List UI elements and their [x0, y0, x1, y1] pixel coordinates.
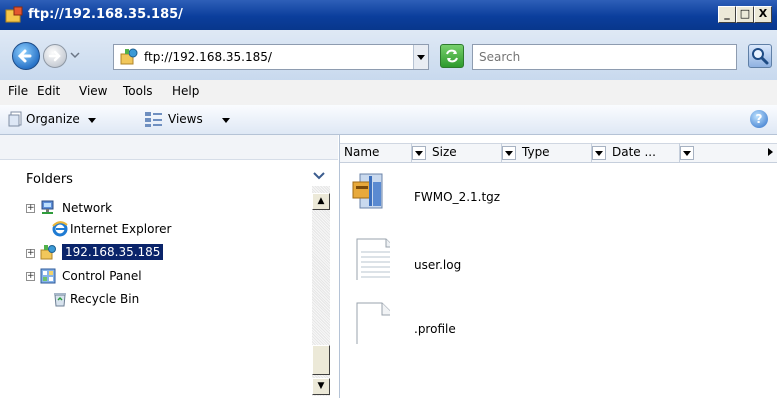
chevron-down-icon: [415, 151, 423, 156]
menu-tools[interactable]: Tools: [123, 84, 153, 98]
internet-explorer-icon: [52, 221, 68, 237]
archive-icon: [352, 173, 383, 209]
forward-arrow-icon: [48, 50, 61, 62]
window-title: ftp://192.168.35.185/: [28, 7, 183, 22]
views-icon: [145, 112, 162, 127]
tree-item-control-panel[interactable]: + Control Panel: [26, 266, 306, 286]
organize-button[interactable]: Organize: [8, 108, 128, 130]
tree-item-label: Control Panel: [62, 269, 142, 283]
organize-icon: [8, 111, 22, 127]
expand-icon[interactable]: +: [26, 249, 35, 258]
column-type[interactable]: Type: [518, 143, 592, 163]
back-button[interactable]: [12, 42, 40, 70]
blank-file-icon: [356, 302, 390, 344]
ftp-server-icon: [40, 245, 56, 260]
column-size-dropdown[interactable]: [502, 146, 516, 160]
chevron-right-icon[interactable]: [768, 148, 773, 156]
tree-item-192-168-35-185[interactable]: + 192.168.35.185: [26, 242, 306, 264]
tree-item-label: 192.168.35.185: [62, 244, 164, 260]
network-icon: [41, 200, 54, 214]
address-bar[interactable]: ftp://192.168.35.185/: [113, 44, 429, 70]
tree-item-label: Internet Explorer: [70, 222, 172, 236]
maximize-button[interactable]: □: [736, 6, 754, 23]
search-input[interactable]: [473, 45, 736, 69]
menu-file[interactable]: File: [8, 84, 28, 98]
menu-view[interactable]: View: [79, 84, 107, 98]
menu-bar: [0, 80, 777, 105]
help-icon[interactable]: ?: [750, 110, 768, 128]
forward-button[interactable]: [43, 44, 67, 68]
tree-item-label: Network: [62, 201, 113, 215]
column-size[interactable]: Size: [428, 143, 502, 163]
chevron-down-icon: [222, 118, 230, 123]
chevron-down-icon[interactable]: [312, 171, 326, 181]
organize-label: Organize: [26, 112, 80, 126]
tree-item-internet-explorer[interactable]: Internet Explorer: [26, 219, 306, 239]
search-button[interactable]: [748, 44, 772, 68]
search-box[interactable]: [472, 44, 737, 70]
views-label: Views: [168, 112, 203, 126]
column-date-label: Date ...: [612, 145, 656, 159]
search-icon: [752, 48, 769, 65]
chevron-down-icon: [683, 151, 691, 156]
folders-heading: Folders: [26, 172, 73, 187]
chevron-down-icon: [505, 151, 513, 156]
chevron-down-icon: [88, 118, 96, 123]
column-name-dropdown[interactable]: [412, 146, 426, 160]
back-arrow-icon: [17, 49, 32, 63]
file-name: .profile: [414, 322, 456, 336]
minimize-button[interactable]: _: [718, 6, 736, 23]
tree-item-recycle-bin[interactable]: Recycle Bin: [26, 289, 306, 309]
column-type-label: Type: [522, 145, 550, 159]
file-item[interactable]: .profile: [350, 302, 610, 354]
close-button[interactable]: X: [754, 6, 772, 23]
menu-edit[interactable]: Edit: [37, 84, 60, 98]
tree-item-network[interactable]: + Network: [26, 198, 306, 218]
column-name-label: Name: [344, 145, 380, 159]
recycle-bin-icon: [54, 293, 66, 307]
text-file-icon: [356, 238, 390, 280]
refresh-button[interactable]: [440, 44, 464, 68]
tree-item-label: Recycle Bin: [70, 292, 140, 306]
ftp-server-icon: [120, 48, 138, 65]
scroll-up-button[interactable]: ▲: [312, 193, 330, 210]
file-name: FWMO_2.1.tgz: [414, 190, 501, 204]
file-item[interactable]: FWMO_2.1.tgz: [350, 172, 610, 222]
address-dropdown-button[interactable]: [413, 45, 428, 69]
chevron-down-icon: [595, 151, 603, 156]
folder-pane-header: [0, 135, 338, 160]
ftp-folder-icon: [5, 6, 23, 23]
file-name: user.log: [414, 258, 462, 272]
menu-help[interactable]: Help: [172, 84, 199, 98]
views-button[interactable]: Views: [144, 108, 244, 130]
column-size-label: Size: [432, 145, 457, 159]
column-date-dropdown[interactable]: [680, 146, 694, 160]
control-panel-icon: [40, 268, 56, 284]
recent-pages-dropdown-icon[interactable]: [69, 49, 81, 61]
column-date[interactable]: Date ...: [608, 143, 680, 163]
column-type-dropdown[interactable]: [592, 146, 606, 160]
scroll-thumb[interactable]: [312, 345, 330, 375]
scroll-down-button[interactable]: ▼: [312, 378, 330, 395]
expand-icon[interactable]: +: [26, 204, 35, 213]
file-item[interactable]: user.log: [350, 238, 610, 288]
expand-icon[interactable]: +: [26, 272, 35, 281]
refresh-icon: [446, 49, 458, 63]
address-value: ftp://192.168.35.185/: [144, 50, 272, 64]
chevron-down-icon: [417, 55, 425, 60]
column-name[interactable]: Name: [340, 143, 412, 163]
